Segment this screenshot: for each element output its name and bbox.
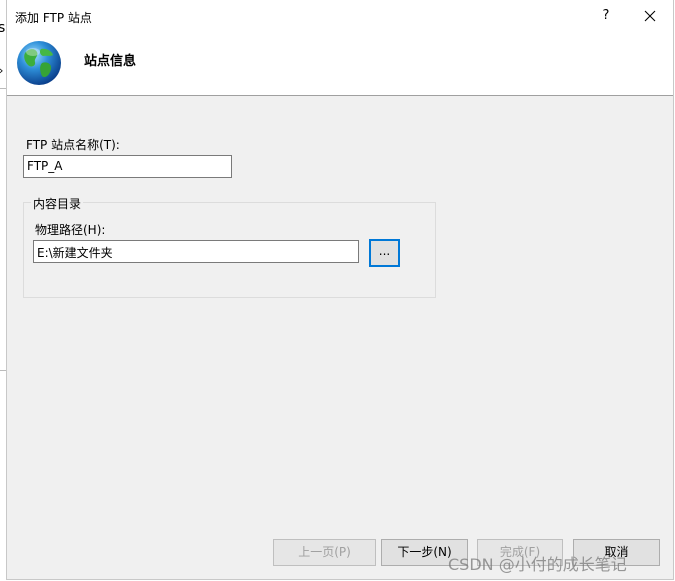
content-directory-label: 内容目录 [31,195,84,212]
physical-path-input[interactable]: E:\新建文件夹 [33,240,359,263]
window-title: 添加 FTP 站点 [15,11,92,25]
globe-icon [17,41,61,85]
title-bar[interactable]: 添加 FTP 站点 ? [7,0,673,32]
wizard-header: 站点信息 [7,32,673,96]
footer-divider [7,531,673,532]
watermark: CSDN @小付的成长笔记 [448,555,627,574]
close-button[interactable] [639,6,661,26]
ftp-site-name-label: FTP 站点名称(T): [26,138,120,152]
page-title: 站点信息 [84,54,137,69]
background-chevron-icon: › [0,64,3,77]
ftp-site-name-input[interactable]: FTP_A [23,155,232,178]
physical-path-label: 物理路径(H): [35,223,106,237]
close-icon [644,10,656,22]
browse-button[interactable]: ... [369,239,400,267]
background-text: s [0,20,6,36]
help-button[interactable]: ? [595,6,617,26]
previous-button[interactable]: 上一页(P) [273,539,376,566]
add-ftp-site-dialog: 添加 FTP 站点 ? 站点信息 FTP 站点名称(T): FTP_A 内容目录… [6,0,674,580]
